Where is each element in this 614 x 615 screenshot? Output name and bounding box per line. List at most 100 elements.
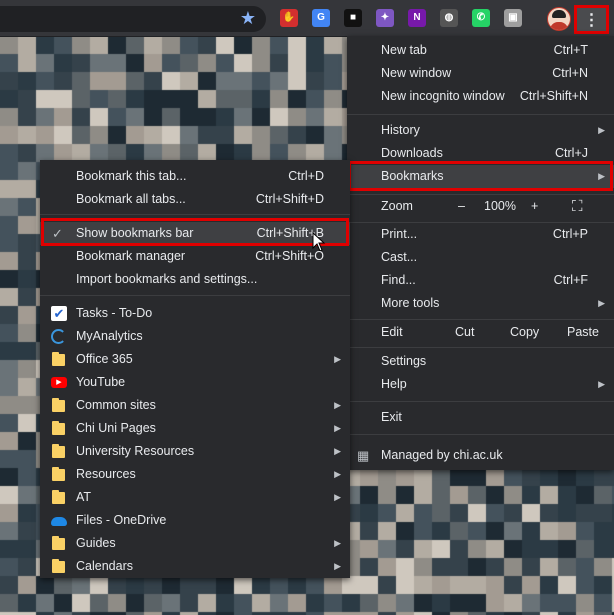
chevron-right-icon: ▶ (334, 400, 341, 410)
bookmark-label: YouTube (76, 375, 126, 389)
menu-item-exit[interactable]: Exit (347, 406, 614, 429)
divider (347, 434, 614, 435)
bookmark-item[interactable]: Calendars ▶ (40, 555, 350, 578)
check-icon: ✔ (51, 306, 67, 321)
menu-item-label: More tools (381, 296, 440, 310)
menu-item-more-tools[interactable]: More tools ▶ (347, 292, 614, 315)
menu-item-cast[interactable]: Cast... (347, 246, 614, 269)
whatsapp-icon[interactable]: ✆ (472, 9, 490, 27)
shortcut-label: Ctrl+Shift+D (255, 192, 324, 206)
menu-item-label: Bookmark manager (76, 249, 186, 263)
app-ext-icon[interactable]: ▣ (504, 9, 522, 27)
shortcut-label: Ctrl+Shift+N (519, 89, 588, 103)
bookmark-item[interactable]: ✔ Tasks - To-Do (40, 302, 350, 325)
menu-item-label: Cast... (381, 250, 418, 264)
shortcut-label: Ctrl+J (555, 146, 588, 160)
adblock-icon[interactable]: ✋ (280, 9, 298, 27)
bookmark-star-icon[interactable]: ★ (238, 8, 258, 28)
paste-button[interactable]: Paste (567, 321, 599, 344)
copy-button[interactable]: Copy (510, 321, 539, 344)
bookmark-item[interactable]: Office 365 ▶ (40, 348, 350, 371)
shortcut-label: Ctrl+T (553, 43, 588, 57)
chevron-right-icon: ▶ (598, 298, 605, 308)
bookmark-item[interactable]: Common sites ▶ (40, 394, 350, 417)
bookmark-label: Calendars (76, 559, 133, 573)
divider (347, 319, 614, 320)
chevron-right-icon: ▶ (334, 561, 341, 571)
bookmark-item[interactable]: ▶ YouTube (40, 371, 350, 394)
menu-item-new-tab[interactable]: New tab Ctrl+T (347, 39, 614, 62)
bookmark-item[interactable]: MyAnalytics (40, 325, 350, 348)
menu-item-label: Exit (381, 410, 402, 424)
cut-button[interactable]: Cut (455, 321, 474, 344)
bookmark-label: Guides (76, 536, 116, 550)
bookmark-item[interactable]: Chi Uni Pages ▶ (40, 417, 350, 440)
zoom-level: 100% (484, 199, 516, 213)
fullscreen-icon[interactable]: ⛶ (572, 195, 583, 218)
shortcut-label: Ctrl+P (552, 227, 588, 241)
bookmark-item[interactable]: Files - OneDrive (40, 509, 350, 532)
menu-item-find[interactable]: Find... Ctrl+F (347, 269, 614, 292)
browser-toolbar: ★ ✋ G ■ ✦ N ◍ ✆ ▣ ⋮ (0, 0, 614, 37)
translate-icon[interactable]: G (312, 9, 330, 27)
onenote-icon[interactable]: N (408, 9, 426, 27)
menu-item-label: Help (381, 377, 407, 391)
menu-item-label: Managed by chi.ac.uk (381, 448, 503, 462)
menu-item-label: Downloads (381, 146, 443, 160)
bookmark-label: Chi Uni Pages (76, 421, 156, 435)
zoom-out-button[interactable]: – (458, 195, 465, 218)
chevron-right-icon: ▶ (334, 446, 341, 456)
bookmark-label: Resources (76, 467, 136, 481)
chevron-right-icon: ▶ (334, 469, 341, 479)
divider (40, 214, 350, 215)
menu-item-label: Bookmark all tabs... (76, 192, 186, 206)
shortcut-label: Ctrl+D (288, 169, 324, 183)
bookmark-item[interactable]: Resources ▶ (40, 463, 350, 486)
menu-item-managed[interactable]: ▦ Managed by chi.ac.uk (347, 444, 614, 467)
menu-item-label: Settings (381, 354, 427, 368)
menu-item-new-incognito[interactable]: New incognito window Ctrl+Shift+N (347, 85, 614, 108)
zoom-in-button[interactable]: + (531, 195, 538, 218)
menu-item-history[interactable]: History ▶ (347, 119, 614, 142)
chevron-right-icon: ▶ (598, 379, 605, 389)
folder-icon (52, 467, 65, 481)
menu-item-downloads[interactable]: Downloads Ctrl+J (347, 142, 614, 165)
divider (40, 295, 350, 296)
menu-item-zoom: Zoom – 100% + ⛶ (347, 195, 614, 218)
chrome-menu-button[interactable]: ⋮ (574, 5, 609, 34)
building-icon: ▦ (357, 448, 370, 463)
square-ext-icon[interactable]: ■ (344, 9, 362, 27)
menu-item-help[interactable]: Help ▶ (347, 373, 614, 396)
puzzle-icon[interactable]: ✦ (376, 9, 394, 27)
bookmark-label: University Resources (76, 444, 195, 458)
menu-item-edit: Edit Cut Copy Paste (347, 321, 614, 344)
bookmark-item[interactable]: Guides ▶ (40, 532, 350, 555)
profile-avatar[interactable] (547, 7, 571, 31)
menu-item-bookmark-all-tabs[interactable]: Bookmark all tabs... Ctrl+Shift+D (40, 188, 350, 211)
menu-item-label: Find... (381, 273, 416, 287)
bookmarks-submenu: Bookmark this tab... Ctrl+D Bookmark all… (40, 160, 350, 578)
shortcut-label: Ctrl+Shift+O (255, 249, 324, 263)
divider (347, 347, 614, 348)
menu-item-bookmarks[interactable]: Bookmarks ▶ (347, 165, 614, 188)
chevron-right-icon: ▶ (334, 492, 341, 502)
menu-item-label: Import bookmarks and settings... (76, 272, 258, 286)
menu-item-print[interactable]: Print... Ctrl+P (347, 223, 614, 246)
folder-icon (52, 536, 65, 550)
menu-item-bookmark-manager[interactable]: Bookmark manager Ctrl+Shift+O (40, 245, 350, 268)
lightbulb-icon[interactable]: ◍ (440, 9, 458, 27)
menu-item-bookmark-this-tab[interactable]: Bookmark this tab... Ctrl+D (40, 165, 350, 188)
bookmark-item[interactable]: University Resources ▶ (40, 440, 350, 463)
menu-item-show-bookmarks-bar[interactable]: ✓ Show bookmarks bar Ctrl+Shift+B (40, 222, 350, 245)
chevron-right-icon: ▶ (334, 423, 341, 433)
bookmark-item[interactable]: AT ▶ (40, 486, 350, 509)
address-bar[interactable] (0, 6, 266, 32)
menu-item-import-bookmarks[interactable]: Import bookmarks and settings... (40, 268, 350, 291)
folder-icon (52, 352, 65, 366)
chrome-menu: New tab Ctrl+T New window Ctrl+N New inc… (347, 36, 614, 470)
menu-item-new-window[interactable]: New window Ctrl+N (347, 62, 614, 85)
folder-icon (52, 490, 65, 504)
menu-item-label: Edit (381, 325, 403, 339)
onedrive-icon (51, 517, 67, 526)
menu-item-settings[interactable]: Settings (347, 350, 614, 373)
